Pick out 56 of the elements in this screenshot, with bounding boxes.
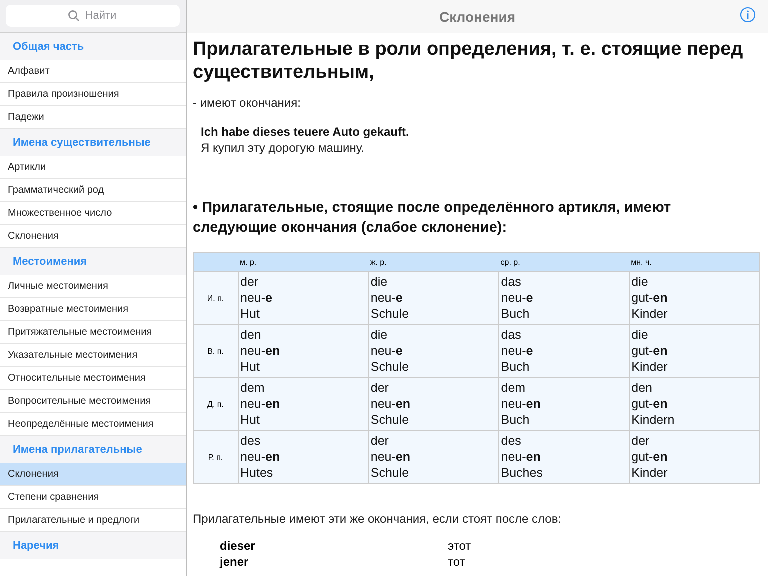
- sidebar-item[interactable]: Правила произношения: [0, 83, 186, 106]
- sidebar-item[interactable]: Личные местоимения: [0, 275, 186, 298]
- note-text: Прилагательные имеют эти же окончания, если стоят после слов:: [193, 512, 563, 526]
- case-label: В. п.: [194, 324, 238, 378]
- column-header: ср. р.: [498, 252, 630, 272]
- table-cell: der neu-e Hut: [238, 272, 368, 324]
- section-header: Местоимения: [0, 248, 186, 275]
- sidebar-item[interactable]: Вопросительные местоимения: [0, 390, 186, 413]
- search-icon: [68, 10, 80, 22]
- sidebar-item[interactable]: Возвратные местоимения: [0, 298, 186, 321]
- column-header: м. р.: [238, 252, 368, 272]
- table-cell: der neu-en Schule: [368, 430, 499, 484]
- table-cell: des neu-en Buches: [498, 430, 630, 484]
- sidebar-item[interactable]: Указательные местоимения: [0, 344, 186, 367]
- table-cell: die gut-en Kinder: [629, 272, 760, 324]
- table-cell: das neu-e Buch: [498, 272, 630, 324]
- table-cell: die neu-e Schule: [368, 272, 499, 324]
- case-label: Р. п.: [194, 430, 238, 484]
- sidebar-item[interactable]: Артикли: [0, 156, 186, 179]
- info-icon[interactable]: [740, 7, 756, 23]
- section-header: Общая часть: [0, 33, 186, 60]
- case-label: Д. п.: [194, 378, 238, 430]
- table-cell: den neu-en Hut: [238, 324, 368, 378]
- column-header: ж. р.: [368, 252, 499, 272]
- column-header: мн. ч.: [629, 252, 760, 272]
- table-cell: das neu-e Buch: [498, 324, 630, 378]
- heading: Прилагательные в роли определения, т. е. стоящие перед существительным,: [193, 38, 744, 84]
- sidebar-item[interactable]: Степени сравнения: [0, 486, 186, 509]
- example-sentence: Ich habe dieses teuere Auto gekauft.: [201, 124, 410, 140]
- intro-text: - имеют окончания:: [193, 96, 302, 110]
- section-header: Имена существительные: [0, 129, 186, 156]
- table-cell: dem neu-en Buch: [498, 378, 630, 430]
- subheading: • Прилагательные, стоящие после определённого артикля, имеют следующие окончания (слабое склонение):: [193, 199, 672, 238]
- sidebar-item[interactable]: Множественное число: [0, 202, 186, 225]
- search-field[interactable]: Найти: [6, 5, 180, 27]
- sidebar-item[interactable]: Относительные местоимения: [0, 367, 186, 390]
- section-header: Имена прилагательные: [0, 436, 186, 463]
- example-translation: Я купил эту дорогую машину.: [201, 140, 366, 156]
- table-cell: des neu-en Hutes: [238, 430, 368, 484]
- table-cell: der neu-en Schule: [368, 378, 499, 430]
- german-word: dieser: [220, 538, 256, 554]
- word-translation: тот: [448, 554, 466, 570]
- word-translation: этот: [448, 538, 472, 554]
- page-title: Склонения: [439, 8, 516, 24]
- table-cell: der gut-en Kinder: [629, 430, 760, 484]
- section-header: Наречия: [0, 532, 186, 559]
- table-cell: dem neu-en Hut: [238, 378, 368, 430]
- sidebar-item[interactable]: Алфавит: [0, 60, 186, 83]
- german-word: jener: [220, 554, 250, 570]
- table-cell: die neu-e Schule: [368, 324, 499, 378]
- sidebar-item[interactable]: Грамматический род: [0, 179, 186, 202]
- sidebar-item[interactable]: Склонения: [0, 463, 186, 486]
- table-cell: den gut-en Kindern: [629, 378, 760, 430]
- case-label: И. п.: [194, 272, 238, 324]
- sidebar-item[interactable]: Притяжательные местоимения: [0, 321, 186, 344]
- table-cell: die gut-en Kinder: [629, 324, 760, 378]
